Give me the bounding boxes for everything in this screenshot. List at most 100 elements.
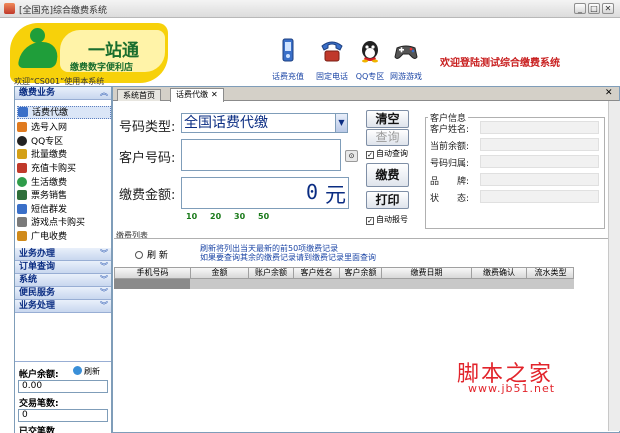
lookup-icon[interactable]: ⊙ <box>345 150 358 162</box>
sidebar-item-life[interactable]: 生活缴费 <box>17 177 111 190</box>
status-field <box>480 190 599 203</box>
number-region-label: 号码归属: <box>430 159 470 169</box>
life-icon <box>17 177 27 187</box>
group-title: 业务办理 <box>19 249 56 259</box>
sidebar-item-phone-bill[interactable]: 话费代缴 <box>17 106 111 119</box>
column-header[interactable]: 客户余额 <box>340 268 382 278</box>
search-icon <box>135 251 143 259</box>
quick-amount-30[interactable]: 30 <box>234 212 245 221</box>
auto-report-checkbox[interactable]: ✓ 自动报号 <box>366 214 408 225</box>
app-icon <box>4 3 15 14</box>
balance-refresh-button[interactable]: 刷新 <box>73 366 100 377</box>
column-header[interactable]: 账户余额 <box>249 268 294 278</box>
table-cell-selected <box>114 279 190 289</box>
transaction-count-label: 交易笔数: <box>19 399 59 409</box>
sidebar-group-processing[interactable]: 业务处理 ︾ <box>15 300 111 313</box>
list-divider <box>114 238 608 239</box>
current-balance-label: 当前余额: <box>430 142 470 152</box>
card-icon <box>17 163 27 173</box>
refresh-icon <box>73 366 82 375</box>
sidebar-group-business[interactable]: 业务办理 ︾ <box>15 248 111 261</box>
sidebar-item-sms[interactable]: 短信群发 <box>17 204 111 217</box>
chevron-down-icon: ︾ <box>100 301 108 310</box>
number-type-select[interactable]: 全国话费代缴 ▼ <box>181 113 348 133</box>
chevron-down-icon[interactable]: ▼ <box>335 114 347 132</box>
sidebar-section-payment[interactable]: 缴费业务 ︽ <box>15 87 111 100</box>
status-label: 状 态: <box>430 194 470 204</box>
phone-icon <box>18 107 28 117</box>
sidebar-item-ticket[interactable]: 票务销售 <box>17 190 111 203</box>
sms-icon <box>17 204 27 214</box>
menu-label: 批量缴费 <box>31 150 68 160</box>
checkbox-check-icon: ✓ <box>366 217 374 225</box>
column-header[interactable]: 缴费日期 <box>382 268 472 278</box>
menu-label: 生活缴费 <box>31 178 68 188</box>
quick-amount-10[interactable]: 10 <box>186 212 197 221</box>
logo-title: 一站通 <box>88 41 139 61</box>
sidebar-group-convenience[interactable]: 便民服务 ︾ <box>15 287 111 300</box>
sidebar-group-orders[interactable]: 订单查询 ︾ <box>15 261 111 274</box>
list-refresh-button[interactable]: 刷 新 <box>135 248 168 261</box>
tab-close-icon[interactable]: ✕ <box>211 90 218 99</box>
menu-label: 广电收费 <box>31 232 68 242</box>
tab-label: 话费代缴 <box>176 90 208 99</box>
sidebar-item-game-card[interactable]: 游戏点卡购买 <box>17 217 111 230</box>
print-button[interactable]: 打印 <box>366 191 409 209</box>
game-card-icon <box>17 217 27 227</box>
logo-subtitle: 缴费数字便利店 <box>70 63 134 73</box>
window-title: [全国充]综合缴费系统 <box>19 6 108 16</box>
group-title: 便民服务 <box>19 288 56 298</box>
auto-query-checkbox[interactable]: ✓ 自动查询 <box>366 148 408 159</box>
column-header[interactable]: 流水类型 <box>527 268 574 278</box>
amount-input[interactable]: 0 元 <box>181 177 349 209</box>
toolbar-label: 话费充值 <box>272 72 304 81</box>
customer-number-input[interactable] <box>181 139 341 171</box>
pay-button[interactable]: 缴费 <box>366 163 409 187</box>
toolbar-mobile-recharge[interactable]: 话费充值 <box>266 38 310 86</box>
sidebar-item-qq[interactable]: QQ专区 <box>17 136 111 149</box>
menu-label: 票务销售 <box>31 191 68 201</box>
list-note-2: 如果要查询其余的缴费记录请到缴费记录里面查询 <box>200 253 376 262</box>
minimize-button[interactable]: _ <box>574 3 586 14</box>
qq-icon <box>17 136 27 146</box>
ticket-icon <box>17 190 27 200</box>
column-header[interactable]: 手机号码 <box>115 268 191 278</box>
close-button[interactable]: ✕ <box>602 3 614 14</box>
query-button[interactable]: 查询 <box>366 129 409 146</box>
paid-count-label: 已交笔数 <box>19 427 56 433</box>
chevron-down-icon: ︾ <box>100 275 108 284</box>
vertical-scrollbar[interactable] <box>608 101 620 431</box>
column-header[interactable]: 缴费确认 <box>472 268 527 278</box>
balance-label: 帐户余额: <box>19 370 59 380</box>
toolbar-games[interactable]: 网游游戏 <box>384 38 428 86</box>
column-header[interactable]: 金额 <box>191 268 249 278</box>
column-header[interactable]: 客户姓名 <box>294 268 340 278</box>
sidebar-item-number-selection[interactable]: 选号入网 <box>17 122 111 135</box>
checkbox-label: 自动报号 <box>376 215 408 224</box>
group-title: 业务处理 <box>19 301 56 311</box>
quick-amount-20[interactable]: 20 <box>210 212 221 221</box>
sidebar-item-batch[interactable]: 批量缴费 <box>17 149 111 162</box>
tab-home[interactable]: 系统首页 <box>117 89 161 101</box>
section-title: 缴费业务 <box>19 88 56 98</box>
menu-label: 游戏点卡购买 <box>31 218 86 228</box>
refresh-label: 刷新 <box>84 367 100 376</box>
clear-button[interactable]: 清空 <box>366 110 409 128</box>
menu-label: 充值卡购买 <box>31 164 77 174</box>
tab-phone-bill[interactable]: 话费代缴 ✕ <box>170 88 224 102</box>
sidebar-group-system[interactable]: 系统 ︾ <box>15 274 111 287</box>
panel-close-icon[interactable]: ✕ <box>605 88 613 98</box>
maximize-button[interactable]: □ <box>588 3 600 14</box>
watermark-url: www.jb51.net <box>468 382 556 395</box>
table-row[interactable] <box>114 279 574 289</box>
chevron-down-icon: ︾ <box>100 288 108 297</box>
sidebar-item-card-purchase[interactable]: 充值卡购买 <box>17 163 111 176</box>
chevron-down-icon: ︾ <box>100 249 108 258</box>
checkbox-label: 自动查询 <box>376 149 408 158</box>
number-type-value: 全国话费代缴 <box>184 115 268 131</box>
tv-icon <box>17 231 27 241</box>
amount-label: 缴费金额: <box>119 188 176 203</box>
sidebar-item-tv[interactable]: 广电收费 <box>17 231 111 244</box>
number-region-field <box>480 155 599 168</box>
quick-amount-50[interactable]: 50 <box>258 212 269 221</box>
